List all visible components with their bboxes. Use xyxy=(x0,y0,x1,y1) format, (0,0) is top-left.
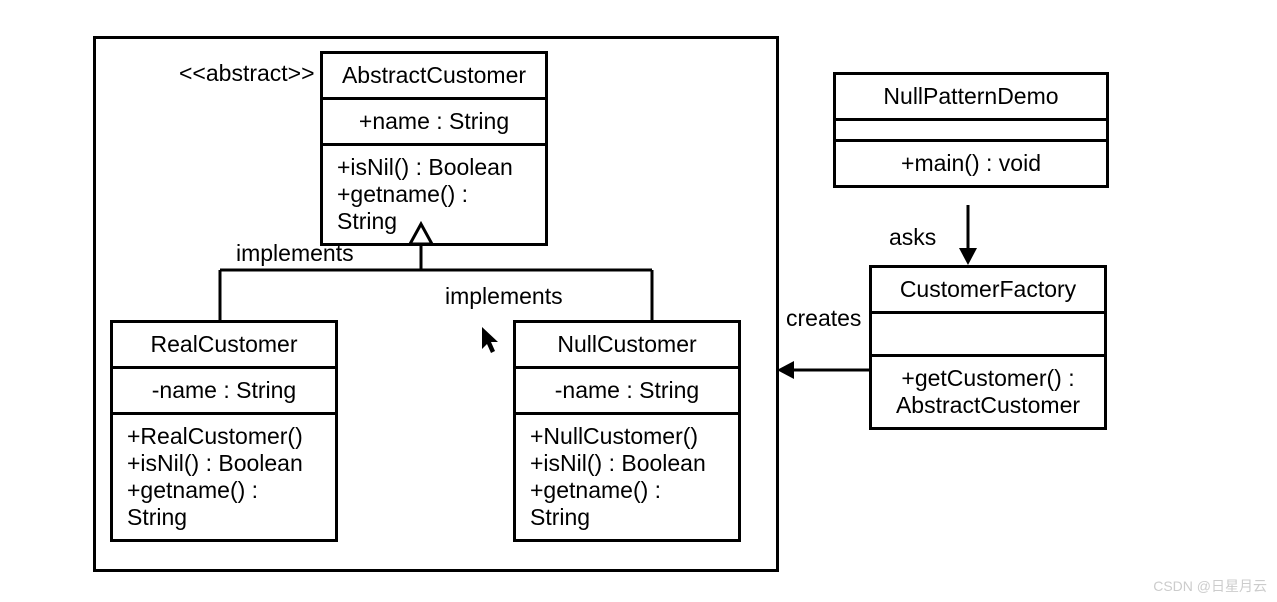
class-op: +getCustomer() : AbstractCustomer xyxy=(886,365,1090,419)
class-op: +getname() : String xyxy=(337,181,531,235)
implements-label-1: implements xyxy=(236,240,354,267)
class-op: +isNil() : Boolean xyxy=(127,450,321,477)
class-attributes-empty xyxy=(836,121,1106,142)
implements-label-2: implements xyxy=(445,283,563,310)
class-null-customer: NullCustomer -name : String +NullCustome… xyxy=(513,320,741,542)
class-operations: +main() : void xyxy=(836,142,1106,185)
class-attributes: -name : String xyxy=(516,369,738,415)
class-name: RealCustomer xyxy=(113,323,335,369)
class-real-customer: RealCustomer -name : String +RealCustome… xyxy=(110,320,338,542)
class-name: NullCustomer xyxy=(516,323,738,369)
class-op: +getname() : String xyxy=(530,477,724,531)
class-attributes: -name : String xyxy=(113,369,335,415)
class-customer-factory: CustomerFactory +getCustomer() : Abstrac… xyxy=(869,265,1107,430)
class-null-pattern-demo: NullPatternDemo +main() : void xyxy=(833,72,1109,188)
class-operations: +RealCustomer() +isNil() : Boolean +getn… xyxy=(113,415,335,539)
class-operations: +getCustomer() : AbstractCustomer xyxy=(872,357,1104,427)
class-op: +getname() : String xyxy=(127,477,321,531)
class-name: CustomerFactory xyxy=(872,268,1104,314)
class-abstract-customer: AbstractCustomer +name : String +isNil()… xyxy=(320,51,548,246)
class-op: +isNil() : Boolean xyxy=(337,154,531,181)
creates-label: creates xyxy=(786,305,861,332)
class-op: +NullCustomer() xyxy=(530,423,724,450)
class-op: +RealCustomer() xyxy=(127,423,321,450)
class-operations: +NullCustomer() +isNil() : Boolean +getn… xyxy=(516,415,738,539)
class-name: NullPatternDemo xyxy=(836,75,1106,121)
abstract-stereotype: <<abstract>> xyxy=(179,60,315,87)
class-attributes: +name : String xyxy=(323,100,545,146)
watermark: CSDN @日星月云 xyxy=(1153,576,1267,596)
class-op: +isNil() : Boolean xyxy=(530,450,724,477)
class-name: AbstractCustomer xyxy=(323,54,545,100)
class-operations: +isNil() : Boolean +getname() : String xyxy=(323,146,545,243)
class-attributes-empty xyxy=(872,314,1104,357)
asks-label: asks xyxy=(889,224,936,251)
